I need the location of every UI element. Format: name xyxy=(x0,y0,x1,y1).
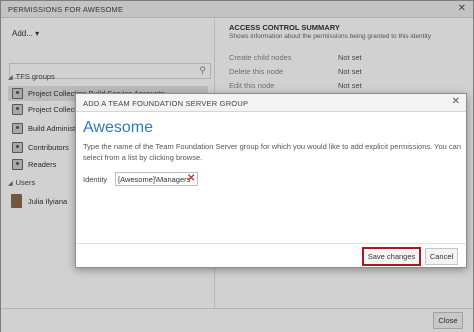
cancel-button[interactable]: Cancel xyxy=(425,248,458,265)
identity-field[interactable]: [Awesome]\Managers ✕ xyxy=(115,172,198,186)
dialog-titlebar: ADD A TEAM FOUNDATION SERVER GROUP ✕ xyxy=(76,94,466,112)
dialog-title: ADD A TEAM FOUNDATION SERVER GROUP xyxy=(83,99,249,108)
add-group-dialog: ADD A TEAM FOUNDATION SERVER GROUP ✕ Awe… xyxy=(75,93,467,268)
remove-icon[interactable]: ✕ xyxy=(187,173,195,184)
identity-label: Identity xyxy=(83,175,108,184)
identity-value: [Awesome]\Managers xyxy=(118,175,191,184)
close-icon[interactable]: ✕ xyxy=(452,96,460,107)
save-changes-button[interactable]: Save changes xyxy=(362,247,421,266)
dialog-heading: Awesome xyxy=(83,119,153,136)
dialog-footer: Save changes Cancel xyxy=(76,243,466,268)
dialog-description: Type the name of the Team Foundation Ser… xyxy=(83,142,461,162)
